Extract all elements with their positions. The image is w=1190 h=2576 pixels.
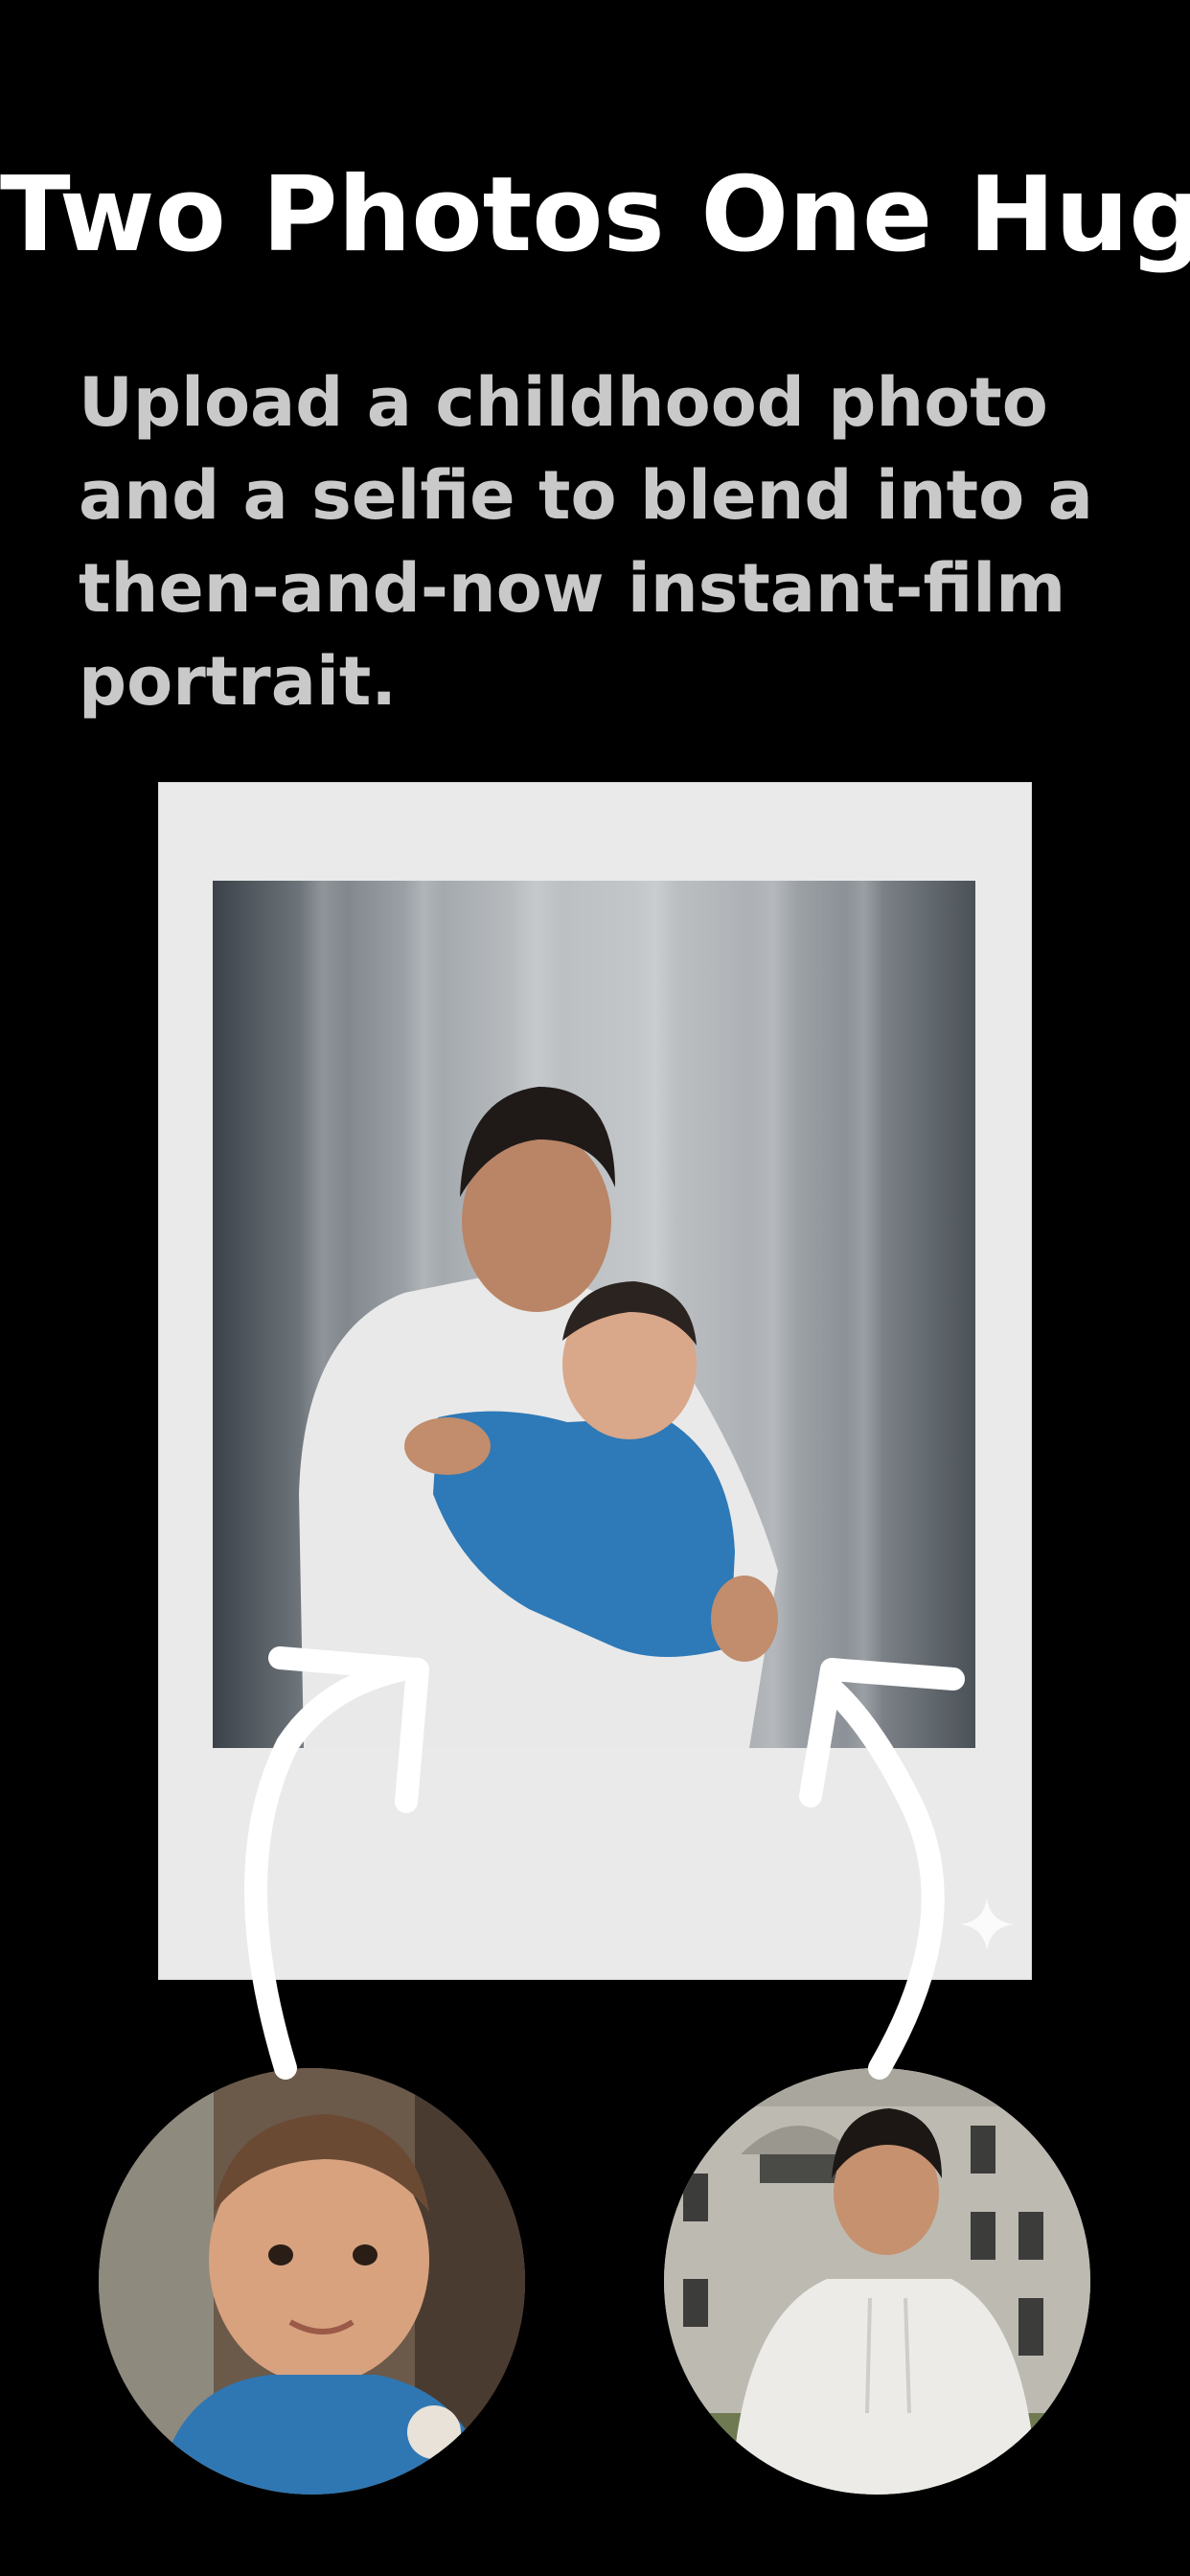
polaroid-result-frame (158, 782, 1032, 1980)
page-subtitle: Upload a childhood photo and a selfie to… (79, 363, 1093, 721)
childhood-photo-thumbnail[interactable] (99, 2068, 525, 2495)
selfie-photo-thumbnail[interactable] (664, 2068, 1090, 2495)
blended-portrait-photo (213, 881, 975, 1748)
sparkle-icon (960, 1898, 1014, 1951)
page-title: Two Photos One Hug (0, 155, 1190, 275)
